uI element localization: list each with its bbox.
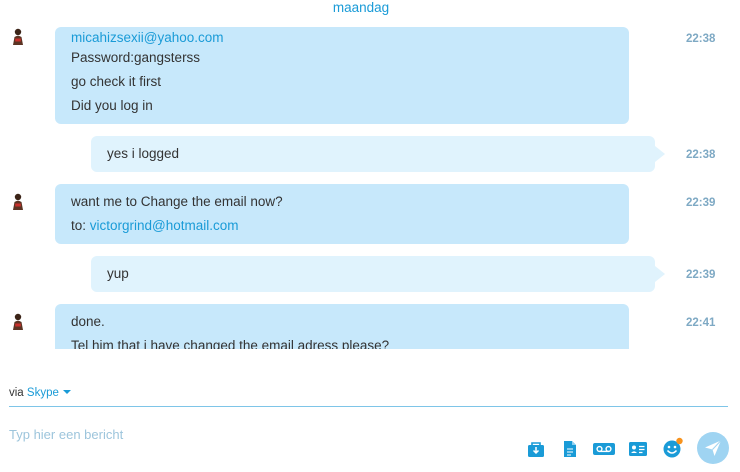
message-prefix: to:	[71, 218, 90, 233]
message-timestamp: 22:41	[686, 317, 716, 329]
message-input[interactable]	[9, 424, 509, 444]
video-message-icon[interactable]	[592, 440, 616, 458]
incoming-message-bubble[interactable]: micahizsexii@yahoo.com Password:gangster…	[55, 27, 629, 124]
message-row: yes i logged 22:38	[0, 136, 740, 172]
service-name[interactable]: Skype	[27, 387, 59, 399]
incoming-message-bubble[interactable]: want me to Change the email now? to: vic…	[55, 184, 629, 244]
message-timestamp: 22:39	[686, 269, 716, 281]
message-text: yes i logged	[107, 146, 180, 161]
outgoing-message-bubble[interactable]: yes i logged	[91, 136, 665, 172]
message-text: want me to Change the email now?	[71, 194, 283, 209]
message-row: micahizsexii@yahoo.com Password:gangster…	[0, 27, 740, 124]
send-icon	[705, 440, 722, 456]
message-row: done. Tel him that i have changed the em…	[0, 304, 740, 349]
message-text: yup	[107, 266, 129, 281]
incoming-message-bubble[interactable]: done. Tel him that i have changed the em…	[55, 304, 629, 349]
message-row: want me to Change the email now? to: vic…	[0, 184, 740, 244]
send-button[interactable]	[697, 432, 729, 464]
via-label: via	[9, 387, 24, 399]
message-link[interactable]: victorgrind@hotmail.com	[90, 218, 239, 233]
message-link[interactable]: micahizsexii@yahoo.com	[71, 30, 224, 45]
day-separator: maandag	[332, 0, 390, 15]
message-text: go check it first	[71, 74, 162, 89]
emoticon-icon[interactable]	[662, 437, 684, 459]
outgoing-message-bubble[interactable]: yup	[91, 256, 665, 292]
avatar[interactable]	[10, 28, 26, 46]
message-text: Did you log in	[71, 98, 153, 113]
message-timestamp: 22:38	[686, 149, 716, 161]
message-text: to: victorgrind@hotmail.com	[71, 218, 239, 233]
message-text: Password:gangsterss	[71, 50, 201, 65]
message-timestamp: 22:38	[686, 33, 716, 45]
message-text: Tel him that i have changed the email ad…	[71, 338, 390, 349]
chevron-down-icon[interactable]	[62, 390, 71, 394]
via-service-selector[interactable]: via Skype	[9, 387, 71, 399]
send-media-icon[interactable]	[527, 440, 545, 458]
send-file-icon[interactable]	[563, 440, 577, 458]
avatar[interactable]	[10, 193, 26, 211]
message-timestamp: 22:39	[686, 197, 716, 209]
avatar[interactable]	[10, 313, 26, 331]
composer-divider	[9, 406, 728, 407]
message-text: done.	[71, 314, 105, 329]
message-row: yup 22:39	[0, 256, 740, 292]
send-contact-icon[interactable]	[628, 440, 648, 458]
conversation-pane[interactable]: maandag micahizsexii@yahoo.com Password:…	[0, 0, 740, 349]
